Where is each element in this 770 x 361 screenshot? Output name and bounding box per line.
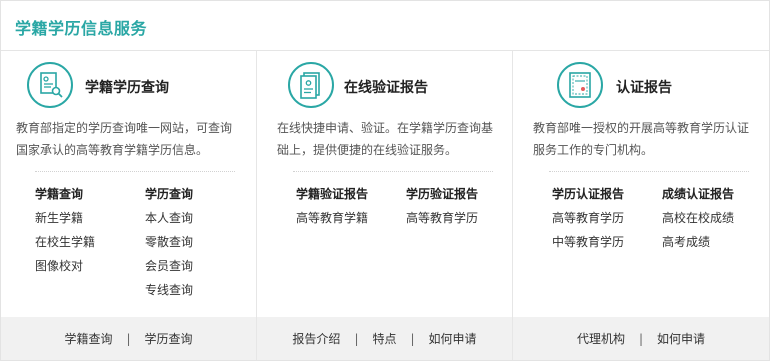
group-heading[interactable]: 成绩认证报告: [662, 186, 734, 210]
link-new-student[interactable]: 新生学籍: [35, 210, 145, 234]
group-heading[interactable]: 学籍验证报告: [296, 186, 406, 210]
footer-link-how-to-apply[interactable]: 如何申请: [429, 330, 477, 347]
footer-separator: |: [354, 331, 359, 346]
description-line: 服务工作的专门机构。: [533, 143, 654, 157]
panel-title: 学籍学历信息服务: [15, 19, 148, 38]
footer-separator: |: [638, 331, 644, 346]
column-description: 教育部唯一授权的开展高等教育学历认证 服务工作的专门机构。: [533, 117, 749, 161]
link-groups: 学籍查询 新生学籍 在校生学籍 图像校对 学历查询 本人查询 零散查询 会员查询…: [35, 186, 193, 306]
link-group-xueji-report: 学籍验证报告 高等教育学籍: [296, 186, 406, 234]
footer-bar: 学籍查询 | 学历查询 报告介绍 | 特点 | 如何申请 代理机构 | 如何申请: [1, 317, 769, 360]
group-heading[interactable]: 学历认证报告: [552, 186, 662, 210]
footer-link-features[interactable]: 特点: [372, 330, 396, 347]
footer-separator: |: [410, 331, 415, 346]
footer-cell-query: 学籍查询 | 学历查询: [1, 317, 257, 360]
link-groups: 学籍验证报告 高等教育学籍 学历验证报告 高等教育学历: [296, 186, 478, 234]
column-online-verification: 在线验证报告 在线快捷申请、验证。在学籍学历查询基 础上，提供便捷的在线验证服务…: [257, 51, 513, 317]
column-certification-report: 认证报告 教育部唯一授权的开展高等教育学历认证 服务工作的专门机构。 学历认证报…: [513, 51, 769, 317]
footer-cell-cert: 代理机构 | 如何申请: [513, 317, 769, 360]
document-search-icon[interactable]: [27, 62, 73, 108]
link-member-query[interactable]: 会员查询: [145, 258, 193, 282]
footer-link-agencies[interactable]: 代理机构: [577, 330, 625, 347]
column-description: 教育部指定的学历查询唯一网站，可查询 国家承认的高等教育学籍学历信息。: [16, 117, 232, 161]
service-panel: 学籍学历信息服务 学籍学历查询 教育部指定的学历查询唯一网站，可查询 国家承认的…: [0, 0, 770, 361]
column-xueji-xueli-query: 学籍学历查询 教育部指定的学历查询唯一网站，可查询 国家承认的高等教育学籍学历信…: [1, 51, 257, 317]
link-self-query[interactable]: 本人查询: [145, 210, 193, 234]
link-single-query[interactable]: 零散查询: [145, 234, 193, 258]
description-line: 教育部指定的学历查询唯一网站，可查询: [16, 121, 233, 135]
column-title[interactable]: 学籍学历查询: [85, 77, 169, 97]
column-title[interactable]: 认证报告: [616, 77, 672, 97]
group-heading[interactable]: 学籍查询: [35, 186, 145, 210]
link-group-xueli-report: 学历验证报告 高等教育学历: [406, 186, 478, 234]
footer-separator: |: [126, 331, 131, 346]
certificate-icon[interactable]: [557, 62, 603, 108]
description-line: 在线快捷申请、验证。在学籍学历查询基: [277, 121, 494, 135]
link-groups: 学历认证报告 高等教育学历 中等教育学历 成绩认证报告 高校在校成绩 高考成绩: [552, 186, 734, 258]
link-group-xueji: 学籍查询 新生学籍 在校生学籍 图像校对: [35, 186, 145, 306]
column-title[interactable]: 在线验证报告: [344, 77, 428, 97]
footer-link-xueli-query[interactable]: 学历查询: [145, 330, 193, 347]
group-heading[interactable]: 学历验证报告: [406, 186, 478, 210]
group-heading[interactable]: 学历查询: [145, 186, 193, 210]
link-secondary-ed-xueli-cert[interactable]: 中等教育学历: [552, 234, 662, 258]
link-image-check[interactable]: 图像校对: [35, 258, 145, 282]
description-line: 础上，提供便捷的在线验证服务。: [277, 143, 458, 157]
dotted-divider: [549, 171, 749, 172]
link-dedicated-query[interactable]: 专线查询: [145, 282, 193, 306]
report-icon[interactable]: [288, 62, 334, 108]
footer-cell-report: 报告介绍 | 特点 | 如何申请: [257, 317, 513, 360]
description-line: 国家承认的高等教育学籍学历信息。: [16, 143, 209, 157]
link-higher-ed-xueji[interactable]: 高等教育学籍: [296, 210, 406, 234]
panel-header: 学籍学历信息服务: [1, 1, 769, 51]
link-enrolled-student[interactable]: 在校生学籍: [35, 234, 145, 258]
footer-link-xueji-query[interactable]: 学籍查询: [64, 330, 112, 347]
description-line: 教育部唯一授权的开展高等教育学历认证: [533, 121, 750, 135]
footer-link-how-to-apply[interactable]: 如何申请: [657, 330, 705, 347]
dotted-divider: [35, 171, 235, 172]
link-group-xueli-cert: 学历认证报告 高等教育学历 中等教育学历: [552, 186, 662, 258]
link-college-grades[interactable]: 高校在校成绩: [662, 210, 734, 234]
link-gaokao-grades[interactable]: 高考成绩: [662, 234, 734, 258]
footer-link-report-intro[interactable]: 报告介绍: [292, 330, 340, 347]
service-columns: 学籍学历查询 教育部指定的学历查询唯一网站，可查询 国家承认的高等教育学籍学历信…: [1, 51, 769, 317]
link-group-grade-cert: 成绩认证报告 高校在校成绩 高考成绩: [662, 186, 734, 258]
link-group-xueli: 学历查询 本人查询 零散查询 会员查询 专线查询: [145, 186, 193, 306]
column-description: 在线快捷申请、验证。在学籍学历查询基 础上，提供便捷的在线验证服务。: [277, 117, 493, 161]
dotted-divider: [293, 171, 493, 172]
link-higher-ed-xueli-cert[interactable]: 高等教育学历: [552, 210, 662, 234]
link-higher-ed-xueli[interactable]: 高等教育学历: [406, 210, 478, 234]
